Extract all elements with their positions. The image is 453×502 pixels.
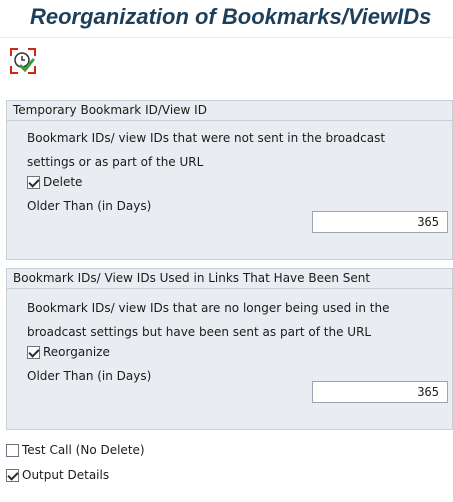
delete-checkbox[interactable]: Delete [27, 175, 82, 189]
group1-older-than-input[interactable]: 365 [312, 211, 448, 233]
test-call-checkbox[interactable]: Test Call (No Delete) [6, 443, 145, 457]
reorganize-checkbox-box[interactable] [27, 345, 40, 359]
group-sent-links: Bookmark IDs/ View IDs Used in Links Tha… [6, 268, 453, 430]
delete-checkbox-label: Delete [43, 175, 83, 189]
group2-description-line2: broadcast settings but have been sent as… [27, 325, 372, 339]
output-details-checkbox[interactable]: Output Details [6, 468, 109, 482]
group1-older-than-label: Older Than (in Days) [27, 199, 152, 213]
group-header-temporary: Temporary Bookmark ID/View ID [7, 101, 452, 121]
reorganize-checkbox[interactable]: Reorganize [27, 345, 110, 359]
execute-button[interactable] [8, 46, 38, 76]
group-temporary-bookmark: Temporary Bookmark ID/View ID Bookmark I… [6, 100, 453, 260]
execute-clock-icon [10, 48, 36, 74]
group2-description-line1: Bookmark IDs/ view IDs that are no longe… [27, 301, 390, 315]
page-title: Reorganization of Bookmarks/ViewIDs [30, 4, 432, 29]
group2-older-than-input[interactable]: 365 [312, 381, 448, 403]
reorganize-checkbox-label: Reorganize [43, 345, 110, 359]
group2-older-than-label: Older Than (in Days) [27, 369, 152, 383]
group1-description-line1: Bookmark IDs/ view IDs that were not sen… [27, 131, 386, 145]
group-header-sent-links: Bookmark IDs/ View IDs Used in Links Tha… [7, 269, 452, 289]
toolbar [0, 38, 453, 80]
test-call-checkbox-label: Test Call (No Delete) [22, 443, 145, 457]
title-bar: Reorganization of Bookmarks/ViewIDs [0, 0, 453, 38]
test-call-checkbox-box[interactable] [6, 443, 19, 457]
delete-checkbox-box[interactable] [27, 175, 40, 189]
output-details-checkbox-box[interactable] [6, 468, 19, 482]
output-details-checkbox-label: Output Details [22, 468, 110, 482]
group1-description-line2: settings or as part of the URL [27, 155, 204, 169]
